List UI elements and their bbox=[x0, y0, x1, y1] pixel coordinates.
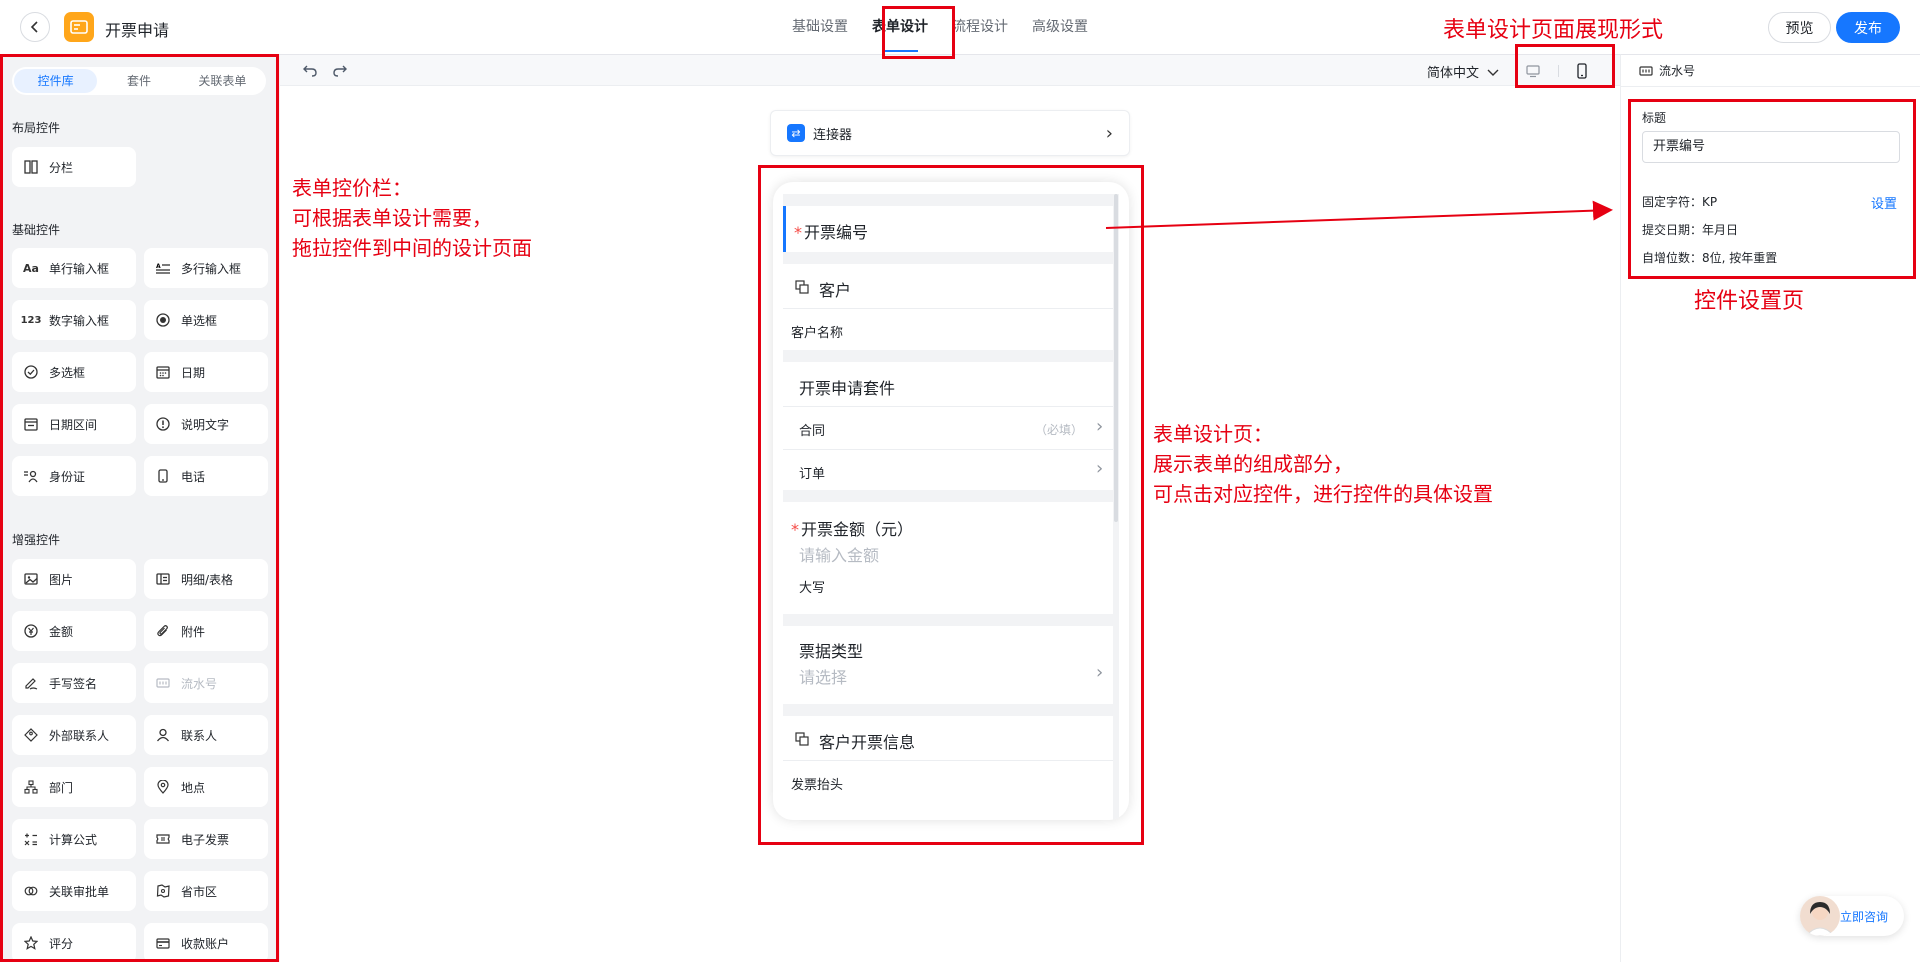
avatar bbox=[1800, 896, 1840, 936]
annotation-arrow bbox=[1105, 200, 1613, 229]
consult-widget[interactable]: 立即咨询 bbox=[1800, 896, 1904, 936]
consult-label: 立即咨询 bbox=[1840, 910, 1889, 924]
